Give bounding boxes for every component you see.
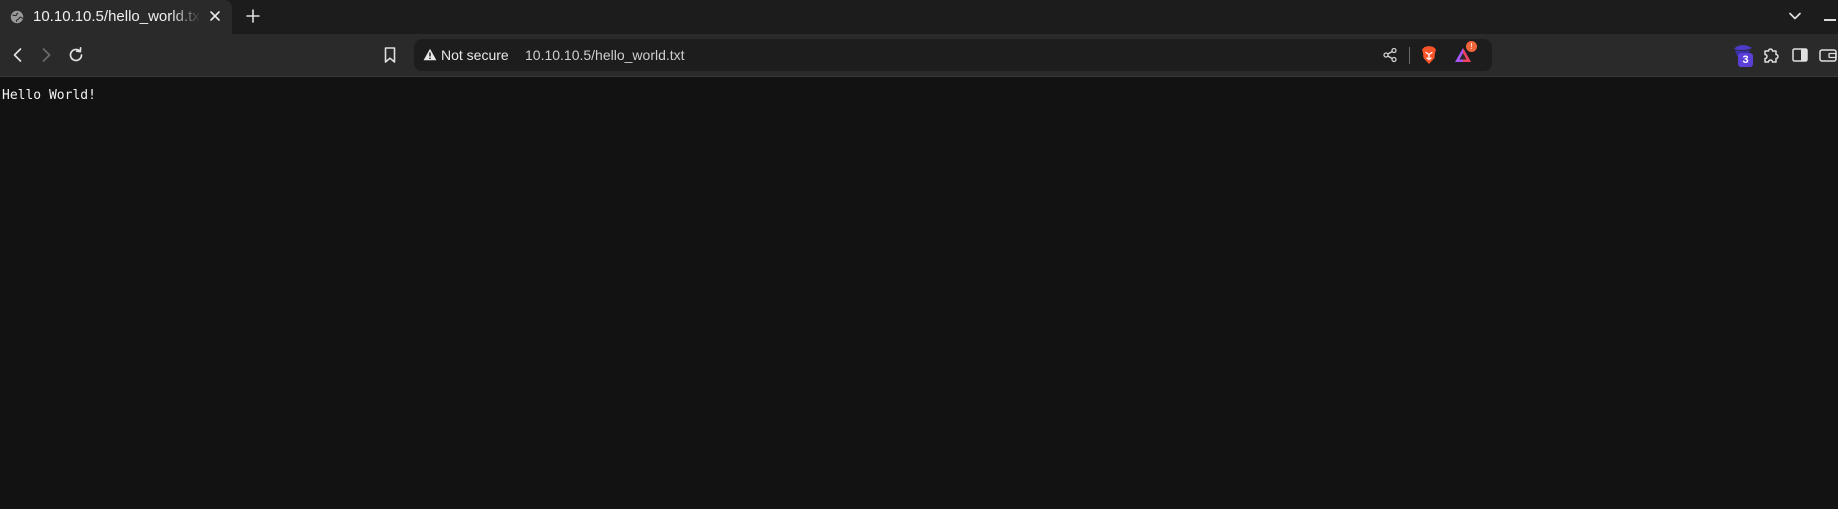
sidebar-icon[interactable] <box>1790 45 1810 65</box>
brave-shield-icon[interactable] <box>1420 45 1438 65</box>
forward-arrow-icon[interactable] <box>36 45 56 65</box>
minimize-icon[interactable] <box>1822 6 1838 26</box>
extension-badge: 3 <box>1738 53 1753 67</box>
reload-icon[interactable] <box>66 45 86 65</box>
bookmark-icon[interactable] <box>380 45 400 65</box>
chevron-down-icon[interactable] <box>1786 7 1804 25</box>
back-arrow-icon[interactable] <box>8 45 28 65</box>
security-indicator[interactable]: Not secure <box>441 45 509 65</box>
url-text[interactable]: 10.10.10.5/hello_world.txt <box>525 45 685 65</box>
globe-icon <box>10 10 24 24</box>
share-icon[interactable] <box>1382 47 1398 63</box>
close-icon[interactable] <box>207 8 223 24</box>
page-content: Hello World! <box>0 77 1838 509</box>
navigation-toolbar: Not secure 10.10.10.5/hello_world.txt ! … <box>0 34 1838 77</box>
tab-strip: 10.10.10.5/hello_world.txt <box>0 0 1838 34</box>
puzzle-icon[interactable] <box>1761 45 1781 65</box>
rewards-badge: ! <box>1466 41 1477 52</box>
tab-title: 10.10.10.5/hello_world.txt <box>33 8 201 25</box>
address-bar[interactable]: Not secure 10.10.10.5/hello_world.txt ! <box>414 39 1492 71</box>
toolbar-divider <box>1409 47 1410 64</box>
warning-icon[interactable] <box>423 48 437 61</box>
plus-icon[interactable] <box>244 7 262 25</box>
plain-text-content: Hello World! <box>2 88 96 103</box>
wallet-icon[interactable] <box>1818 45 1838 65</box>
browser-tab-active[interactable]: 10.10.10.5/hello_world.txt <box>0 0 232 34</box>
